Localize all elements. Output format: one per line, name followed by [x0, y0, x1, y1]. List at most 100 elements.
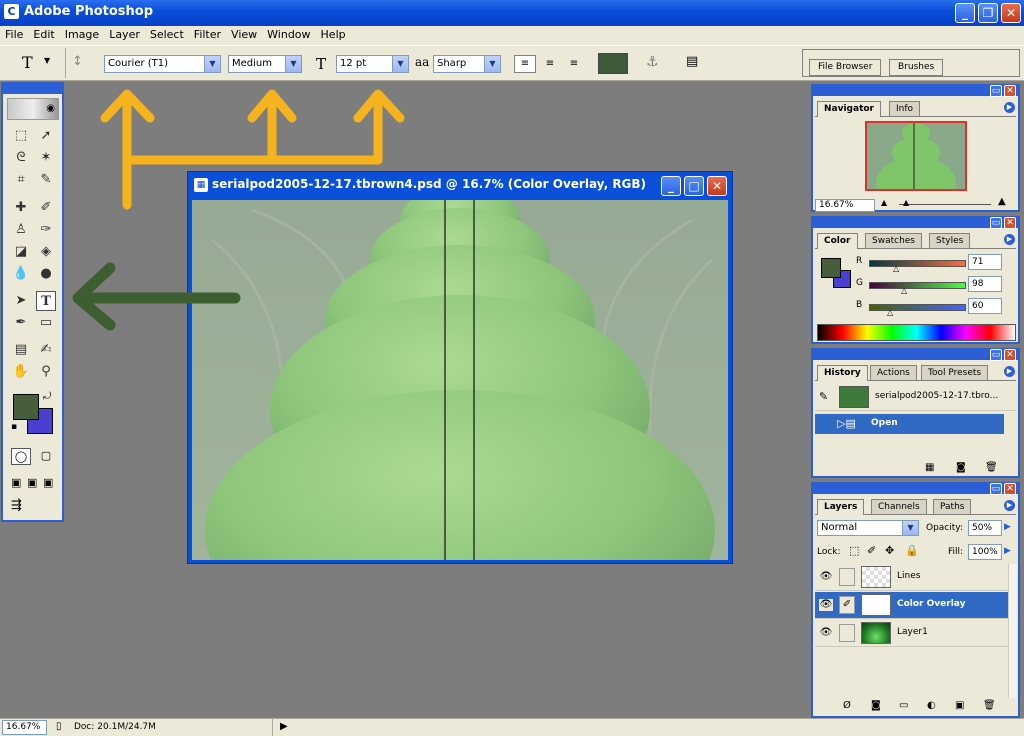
new-layer-icon[interactable]: ▣: [955, 700, 964, 714]
lock-position-icon[interactable]: ✥: [885, 544, 894, 557]
trash-icon[interactable]: 🗑: [985, 462, 998, 476]
green-arrow: [72, 262, 241, 331]
opacity-input[interactable]: 50%: [968, 520, 1002, 536]
channel-r-thumb[interactable]: △: [893, 264, 899, 273]
panel-minimize-button[interactable]: ▭: [990, 349, 1002, 361]
new-group-icon[interactable]: ▭: [899, 700, 908, 714]
channel-g-thumb[interactable]: △: [901, 286, 907, 295]
panel-close-button[interactable]: ✕: [1004, 349, 1016, 361]
status-bar: 16.67% ▯ Doc: 20.1M/24.7M ▶: [0, 718, 1024, 736]
panel-minimize-button[interactable]: ▭: [990, 217, 1002, 229]
visibility-eye-icon[interactable]: 👁: [819, 627, 833, 639]
layer-row-lines[interactable]: 👁 Lines: [815, 564, 1016, 591]
tab-channels[interactable]: Channels: [871, 499, 927, 514]
tab-layers[interactable]: Layers: [817, 499, 865, 515]
visibility-eye-icon[interactable]: 👁: [819, 571, 833, 583]
brush-icon[interactable]: ✐: [839, 596, 855, 614]
visibility-eye-icon[interactable]: 👁: [819, 599, 833, 611]
history-step-open[interactable]: ▷▤ Open: [815, 414, 1004, 434]
history-step-label: Open: [871, 418, 898, 428]
panel-header: ▭ ✕: [813, 483, 1018, 495]
fill-input[interactable]: 100%: [968, 544, 1002, 560]
channel-r-slider[interactable]: [869, 260, 966, 267]
separator: [272, 719, 273, 736]
channel-b-thumb[interactable]: △: [887, 308, 893, 317]
history-tabs: History Actions Tool Presets: [815, 364, 1016, 381]
tab-swatches[interactable]: Swatches: [865, 233, 922, 248]
opacity-label: Opacity:: [926, 523, 963, 533]
panel-minimize-button[interactable]: ▭: [990, 85, 1002, 97]
zoom-slider-thumb[interactable]: ▲: [903, 198, 909, 207]
status-zoom-field[interactable]: 16.67%: [2, 720, 47, 735]
panel-close-button[interactable]: ✕: [1004, 483, 1016, 495]
fill-slider-toggle-icon[interactable]: ▶: [1004, 546, 1011, 556]
document-info-icon: ▯: [56, 721, 62, 732]
channel-g-input[interactable]: 98: [968, 276, 1002, 292]
history-snapshot-row[interactable]: ✎ serialpod2005-12-17.tbro...: [815, 384, 1016, 411]
layer-name: Color Overlay: [897, 599, 966, 609]
layer-name: Lines: [897, 571, 921, 581]
layer-mask-icon[interactable]: ◙: [871, 700, 881, 714]
adjustment-layer-icon[interactable]: ◐: [927, 700, 936, 714]
trash-icon[interactable]: 🗑: [983, 700, 996, 714]
tab-tool-presets[interactable]: Tool Presets: [921, 365, 989, 380]
navigator-panel: ▭ ✕ Navigator Info ▶ 16.67% ▲ ▲ ▲: [811, 84, 1020, 212]
tab-history[interactable]: History: [817, 365, 868, 381]
layer-thumbnail: [861, 566, 891, 588]
channel-g-slider[interactable]: [869, 282, 966, 289]
chevron-down-icon[interactable]: ▼: [902, 521, 918, 535]
layer-name: Layer1: [897, 627, 928, 637]
fill-label: Fill:: [948, 547, 964, 557]
panel-close-button[interactable]: ✕: [1004, 85, 1016, 97]
lock-image-icon[interactable]: ✐: [867, 544, 876, 557]
tab-styles[interactable]: Styles: [929, 233, 971, 248]
zoom-in-icon[interactable]: ▲: [998, 196, 1006, 207]
tab-paths[interactable]: Paths: [933, 499, 972, 514]
panel-close-button[interactable]: ✕: [1004, 217, 1016, 229]
layer-row-color-overlay[interactable]: 👁 ✐ Color Overlay: [815, 592, 1016, 619]
link-toggle-box[interactable]: [839, 624, 855, 642]
channel-b-label: B: [856, 300, 863, 310]
blend-mode-select[interactable]: Normal ▼: [817, 520, 919, 536]
status-menu-arrow-icon[interactable]: ▶: [280, 721, 288, 732]
lock-label: Lock:: [817, 547, 841, 557]
panel-header: ▭ ✕: [813, 349, 1018, 361]
navigator-zoom-field[interactable]: 16.67%: [815, 199, 875, 212]
lock-transparency-icon[interactable]: ⬚: [849, 544, 859, 557]
tab-info[interactable]: Info: [889, 101, 921, 116]
blend-mode-value: Normal: [821, 522, 858, 533]
foreground-color-chip[interactable]: [821, 258, 841, 278]
layer-row-layer1[interactable]: 👁 Layer1: [815, 620, 1016, 647]
tab-navigator[interactable]: Navigator: [817, 101, 881, 117]
channel-r-label: R: [856, 256, 863, 266]
snapshot-name: serialpod2005-12-17.tbro...: [875, 391, 999, 401]
link-toggle-box[interactable]: [839, 568, 855, 586]
tab-color[interactable]: Color: [817, 233, 858, 249]
channel-b-input[interactable]: 60: [968, 298, 1002, 314]
lock-all-icon[interactable]: 🔒: [905, 544, 919, 557]
history-panel: ▭ ✕ History Actions Tool Presets ▶ ✎ seri…: [811, 348, 1020, 478]
layer-style-icon[interactable]: Ø: [843, 700, 851, 714]
color-spectrum-bar[interactable]: [817, 324, 1016, 341]
navigator-preview: [876, 123, 956, 189]
panel-menu-icon[interactable]: ▶: [1004, 366, 1015, 377]
panel-menu-icon[interactable]: ▶: [1004, 102, 1015, 113]
channel-r-input[interactable]: 71: [968, 254, 1002, 270]
panel-minimize-button[interactable]: ▭: [990, 483, 1002, 495]
new-snapshot-icon[interactable]: ◙: [956, 462, 966, 476]
opacity-slider-toggle-icon[interactable]: ▶: [1004, 522, 1011, 532]
history-brush-source-icon[interactable]: ✎: [819, 390, 828, 403]
panel-menu-icon[interactable]: ▶: [1004, 500, 1015, 511]
new-document-from-state-icon[interactable]: ▦: [925, 462, 934, 476]
panel-menu-icon[interactable]: ▶: [1004, 234, 1015, 245]
channel-b-slider[interactable]: [869, 304, 966, 311]
zoom-slider-track[interactable]: [899, 204, 991, 205]
zoom-out-icon[interactable]: ▲: [881, 198, 887, 207]
navigator-thumbnail[interactable]: [865, 121, 967, 191]
navigator-tabs: Navigator Info: [815, 100, 1016, 117]
snapshot-thumbnail: [839, 386, 869, 408]
layers-scrollbar[interactable]: [1008, 564, 1017, 698]
color-panel: ▭ ✕ Color Swatches Styles ▶ R △ 71 G △ 98…: [811, 216, 1020, 344]
history-state-icon: ▷▤: [837, 417, 856, 430]
tab-actions[interactable]: Actions: [870, 365, 917, 380]
